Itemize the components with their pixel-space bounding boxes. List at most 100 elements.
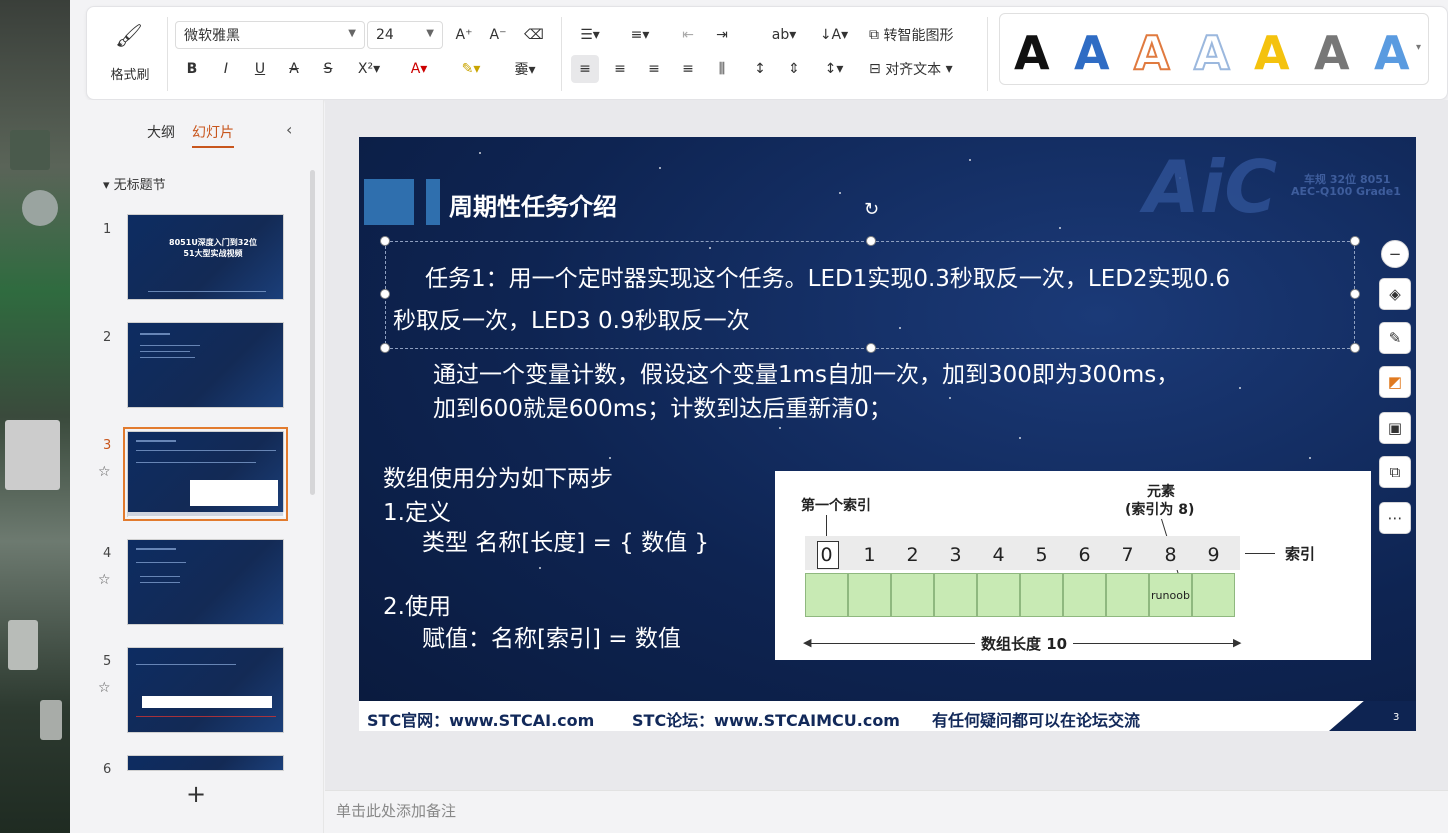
- panel-scrollbar[interactable]: [310, 170, 315, 495]
- justify-icon[interactable]: ≡: [675, 55, 701, 83]
- align-left-icon[interactable]: ≡: [571, 55, 599, 83]
- brush-icon[interactable]: ✎: [1379, 322, 1411, 354]
- superscript-icon[interactable]: X²▾: [349, 55, 389, 83]
- slide-number: 3: [103, 438, 112, 453]
- title-decor-bar: [426, 179, 440, 225]
- smart-art-label: 转智能图形: [883, 28, 954, 44]
- resize-handle[interactable]: [866, 343, 876, 353]
- strikethrough-icon[interactable]: A: [281, 55, 307, 83]
- wordart-style-orange-outline[interactable]: A: [1133, 25, 1171, 81]
- shadow-icon[interactable]: S: [315, 55, 341, 83]
- resize-handle[interactable]: [1350, 236, 1360, 246]
- clear-format-icon[interactable]: ⌫: [521, 21, 547, 49]
- star-icon[interactable]: ☆: [98, 572, 111, 588]
- slide[interactable]: 周期性任务介绍 AiC 车规 32位 8051 AEC-Q100 Grade1 …: [359, 137, 1416, 731]
- sort-icon[interactable]: ↓A▾: [817, 21, 851, 49]
- resize-handle[interactable]: [1350, 343, 1360, 353]
- collapse-panel-icon[interactable]: ‹: [286, 120, 292, 139]
- text-direction-icon[interactable]: ab▾: [767, 21, 801, 49]
- use-body[interactable]: 赋值：名称[索引] = 数值: [422, 619, 681, 653]
- def-title[interactable]: 1.定义: [383, 493, 451, 527]
- align-text-button[interactable]: ⊟ 对齐文本 ▾: [869, 55, 973, 83]
- index-cell: 5: [1035, 544, 1048, 566]
- numbered-list-icon[interactable]: ≡▾: [623, 21, 657, 49]
- font-name-select[interactable]: 微软雅黑 ▼: [175, 21, 365, 49]
- wordart-style-gray[interactable]: A: [1314, 26, 1350, 80]
- phonetic-icon[interactable]: 嫑▾: [503, 55, 547, 83]
- slide-thumbnail-6[interactable]: [127, 755, 284, 771]
- bold-icon[interactable]: B: [179, 55, 205, 83]
- slide-tool-icon[interactable]: ⧉: [1379, 456, 1411, 488]
- smart-art-button[interactable]: ⧉ 转智能图形: [869, 21, 973, 49]
- notes-area[interactable]: 单击此处添加备注: [325, 790, 1448, 833]
- slide-thumbnail-5[interactable]: [127, 647, 284, 733]
- slide-thumbnail-3[interactable]: [123, 427, 288, 521]
- underline-icon[interactable]: U: [247, 55, 273, 83]
- slide-thumbnail-4[interactable]: [127, 539, 284, 625]
- counter-line-2[interactable]: 加到600就是600ms；计数到达后重新清0；: [433, 389, 892, 423]
- slide-footer: STC官网：www.STCAI.com STC论坛：www.STCAIMCU.c…: [359, 701, 1416, 731]
- format-painter-label[interactable]: 格式刷: [101, 59, 159, 87]
- tab-outline[interactable]: 大纲: [147, 122, 175, 142]
- use-title[interactable]: 2.使用: [383, 587, 451, 621]
- fill-icon[interactable]: ◩: [1379, 366, 1411, 398]
- align-right-icon[interactable]: ≡: [641, 55, 667, 83]
- align-center-icon[interactable]: ≡: [607, 55, 633, 83]
- task-line-2[interactable]: 秒取反一次，LED3 0.9秒取反一次: [393, 301, 750, 335]
- bullet-list-icon[interactable]: ☰▾: [573, 21, 607, 49]
- counter-line-1[interactable]: 通过一个变量计数，假设这个变量1ms自加一次，加到300即为300ms，: [433, 355, 1179, 389]
- resize-handle[interactable]: [1350, 289, 1360, 299]
- wordart-style-black[interactable]: A: [1014, 26, 1050, 80]
- wordart-style-blue[interactable]: A: [1074, 26, 1110, 80]
- slide-thumbnail-2[interactable]: [127, 322, 284, 408]
- indent-icon[interactable]: ⇥: [709, 21, 735, 49]
- frame-icon[interactable]: ▣: [1379, 412, 1411, 444]
- format-painter-icon[interactable]: 🖌: [105, 21, 153, 51]
- resize-handle[interactable]: [380, 236, 390, 246]
- index-cell: 1: [863, 544, 876, 566]
- spacing-menu-icon[interactable]: ↕▾: [817, 55, 851, 83]
- slide-thumbnail-1[interactable]: 8051U深度入门到32位51大型实战视频: [127, 214, 284, 300]
- wordart-style-light-outline[interactable]: A: [1193, 25, 1231, 81]
- distribute-icon[interactable]: ⫼: [709, 55, 735, 83]
- footer-site[interactable]: STC官网：www.STCAI.com: [367, 707, 594, 731]
- section-header[interactable]: ▾ 无标题节: [103, 174, 166, 193]
- footer-note[interactable]: 有任何疑问都可以在论坛交流: [932, 707, 1140, 731]
- length-label: 数组长度 10: [975, 633, 1074, 654]
- highlight-icon[interactable]: ✎▾: [451, 55, 491, 83]
- italic-icon[interactable]: I: [213, 55, 239, 83]
- more-icon[interactable]: ⋯: [1379, 502, 1411, 534]
- wordart-style-yellow[interactable]: A: [1254, 26, 1290, 80]
- star-icon[interactable]: ☆: [98, 680, 111, 696]
- task-line-1[interactable]: 任务1：用一个定时器实现这个任务。LED1实现0.3秒取反一次，LED2实现0.…: [425, 259, 1230, 293]
- slide-number: 6: [103, 762, 112, 777]
- element-label: 元素: [1147, 484, 1175, 500]
- font-size-select[interactable]: 24 ▼: [367, 21, 443, 49]
- rotate-handle-icon[interactable]: ↻: [864, 199, 879, 220]
- array-cell: [805, 573, 848, 617]
- wordart-style-gradient[interactable]: A: [1374, 26, 1410, 80]
- decrease-font-icon[interactable]: A⁻: [485, 21, 511, 49]
- footer-forum[interactable]: STC论坛：www.STCAIMCU.com: [632, 707, 900, 731]
- line-spacing-icon[interactable]: ↕: [747, 55, 773, 83]
- resize-handle[interactable]: [380, 289, 390, 299]
- add-slide-button[interactable]: +: [186, 780, 206, 808]
- array-intro[interactable]: 数组使用分为如下两步: [383, 459, 613, 493]
- increase-font-icon[interactable]: A⁺: [451, 21, 477, 49]
- star-icon[interactable]: ☆: [98, 464, 111, 480]
- gallery-scroll-icon[interactable]: ▾: [1416, 42, 1421, 53]
- outdent-icon[interactable]: ⇤: [675, 21, 701, 49]
- layers-icon[interactable]: ◈: [1379, 278, 1411, 310]
- paragraph-spacing-icon[interactable]: ⇕: [781, 55, 807, 83]
- resize-handle[interactable]: [866, 236, 876, 246]
- array-cell: [1020, 573, 1063, 617]
- resize-handle[interactable]: [380, 343, 390, 353]
- slide-title[interactable]: 周期性任务介绍: [449, 187, 617, 222]
- index-cell: 6: [1078, 544, 1091, 566]
- tab-slides[interactable]: 幻灯片: [192, 122, 234, 148]
- array-diagram[interactable]: 第一个索引 元素 (索引为 8) 0 1 2 3 4 5 6 7 8 9 索引 …: [775, 471, 1371, 660]
- minus-icon[interactable]: −: [1381, 240, 1409, 268]
- font-color-icon[interactable]: A▾: [399, 55, 439, 83]
- def-body[interactable]: 类型 名称[长度] = { 数值 }: [422, 523, 709, 557]
- index-cell: 4: [992, 544, 1005, 566]
